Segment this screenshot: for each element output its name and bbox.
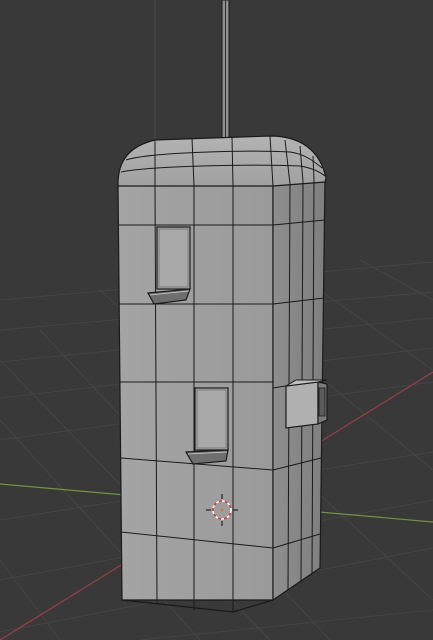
3d-viewport[interactable] [0, 0, 433, 640]
tower-mesh[interactable] [117, 135, 327, 613]
antenna[interactable] [221, 0, 230, 139]
viewport-canvas[interactable] [0, 0, 433, 640]
top-cap [117, 135, 327, 187]
side-box[interactable] [285, 379, 328, 429]
